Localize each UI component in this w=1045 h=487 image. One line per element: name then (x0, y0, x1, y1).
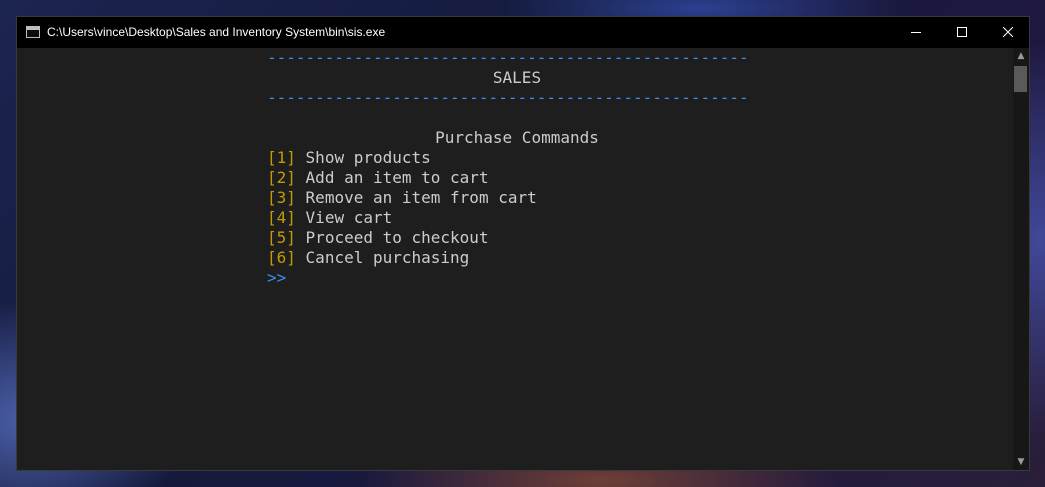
maximize-icon (957, 27, 967, 37)
console-window: C:\Users\vince\Desktop\Sales and Invento… (16, 16, 1030, 471)
command-key: [5] (267, 228, 296, 247)
command-key: [4] (267, 208, 296, 227)
scroll-down-icon[interactable]: ▼ (1013, 454, 1029, 470)
command-line: [1] Show products (267, 148, 431, 168)
maximize-button[interactable] (939, 17, 985, 48)
minimize-icon (911, 32, 921, 33)
separator-top: ----------------------------------------… (267, 48, 749, 67)
close-icon (1003, 27, 1013, 37)
section-title: Purchase Commands (435, 128, 599, 147)
command-key: [6] (267, 248, 296, 267)
command-label: Add an item to cart (305, 168, 489, 187)
command-line: [6] Cancel purchasing (267, 248, 469, 268)
command-label: Proceed to checkout (305, 228, 489, 247)
command-line: [5] Proceed to checkout (267, 228, 489, 248)
separator-bottom: ----------------------------------------… (267, 88, 749, 107)
scroll-up-icon[interactable]: ▲ (1013, 48, 1029, 64)
close-button[interactable] (985, 17, 1031, 48)
command-label: Cancel purchasing (305, 248, 470, 267)
command-key: [1] (267, 148, 296, 167)
command-key: [2] (267, 168, 296, 187)
heading-sales: SALES (492, 68, 542, 87)
command-line: [2] Add an item to cart (267, 168, 489, 188)
command-label: Remove an item from cart (305, 188, 537, 207)
command-key: [3] (267, 188, 296, 207)
minimize-button[interactable] (893, 17, 939, 48)
command-line: [4] View cart (267, 208, 392, 228)
window-title: C:\Users\vince\Desktop\Sales and Invento… (47, 25, 386, 39)
console-app-icon[interactable] (26, 26, 40, 38)
command-line: [3] Remove an item from cart (267, 188, 537, 208)
scroll-thumb[interactable] (1014, 66, 1027, 92)
console-output[interactable]: ----------------------------------------… (17, 48, 1013, 470)
command-label: View cart (305, 208, 393, 227)
command-label: Show products (305, 148, 431, 167)
title-bar[interactable]: C:\Users\vince\Desktop\Sales and Invento… (17, 17, 1029, 48)
input-prompt[interactable]: >> (267, 268, 286, 288)
vertical-scrollbar[interactable]: ▲ ▼ (1013, 48, 1029, 470)
